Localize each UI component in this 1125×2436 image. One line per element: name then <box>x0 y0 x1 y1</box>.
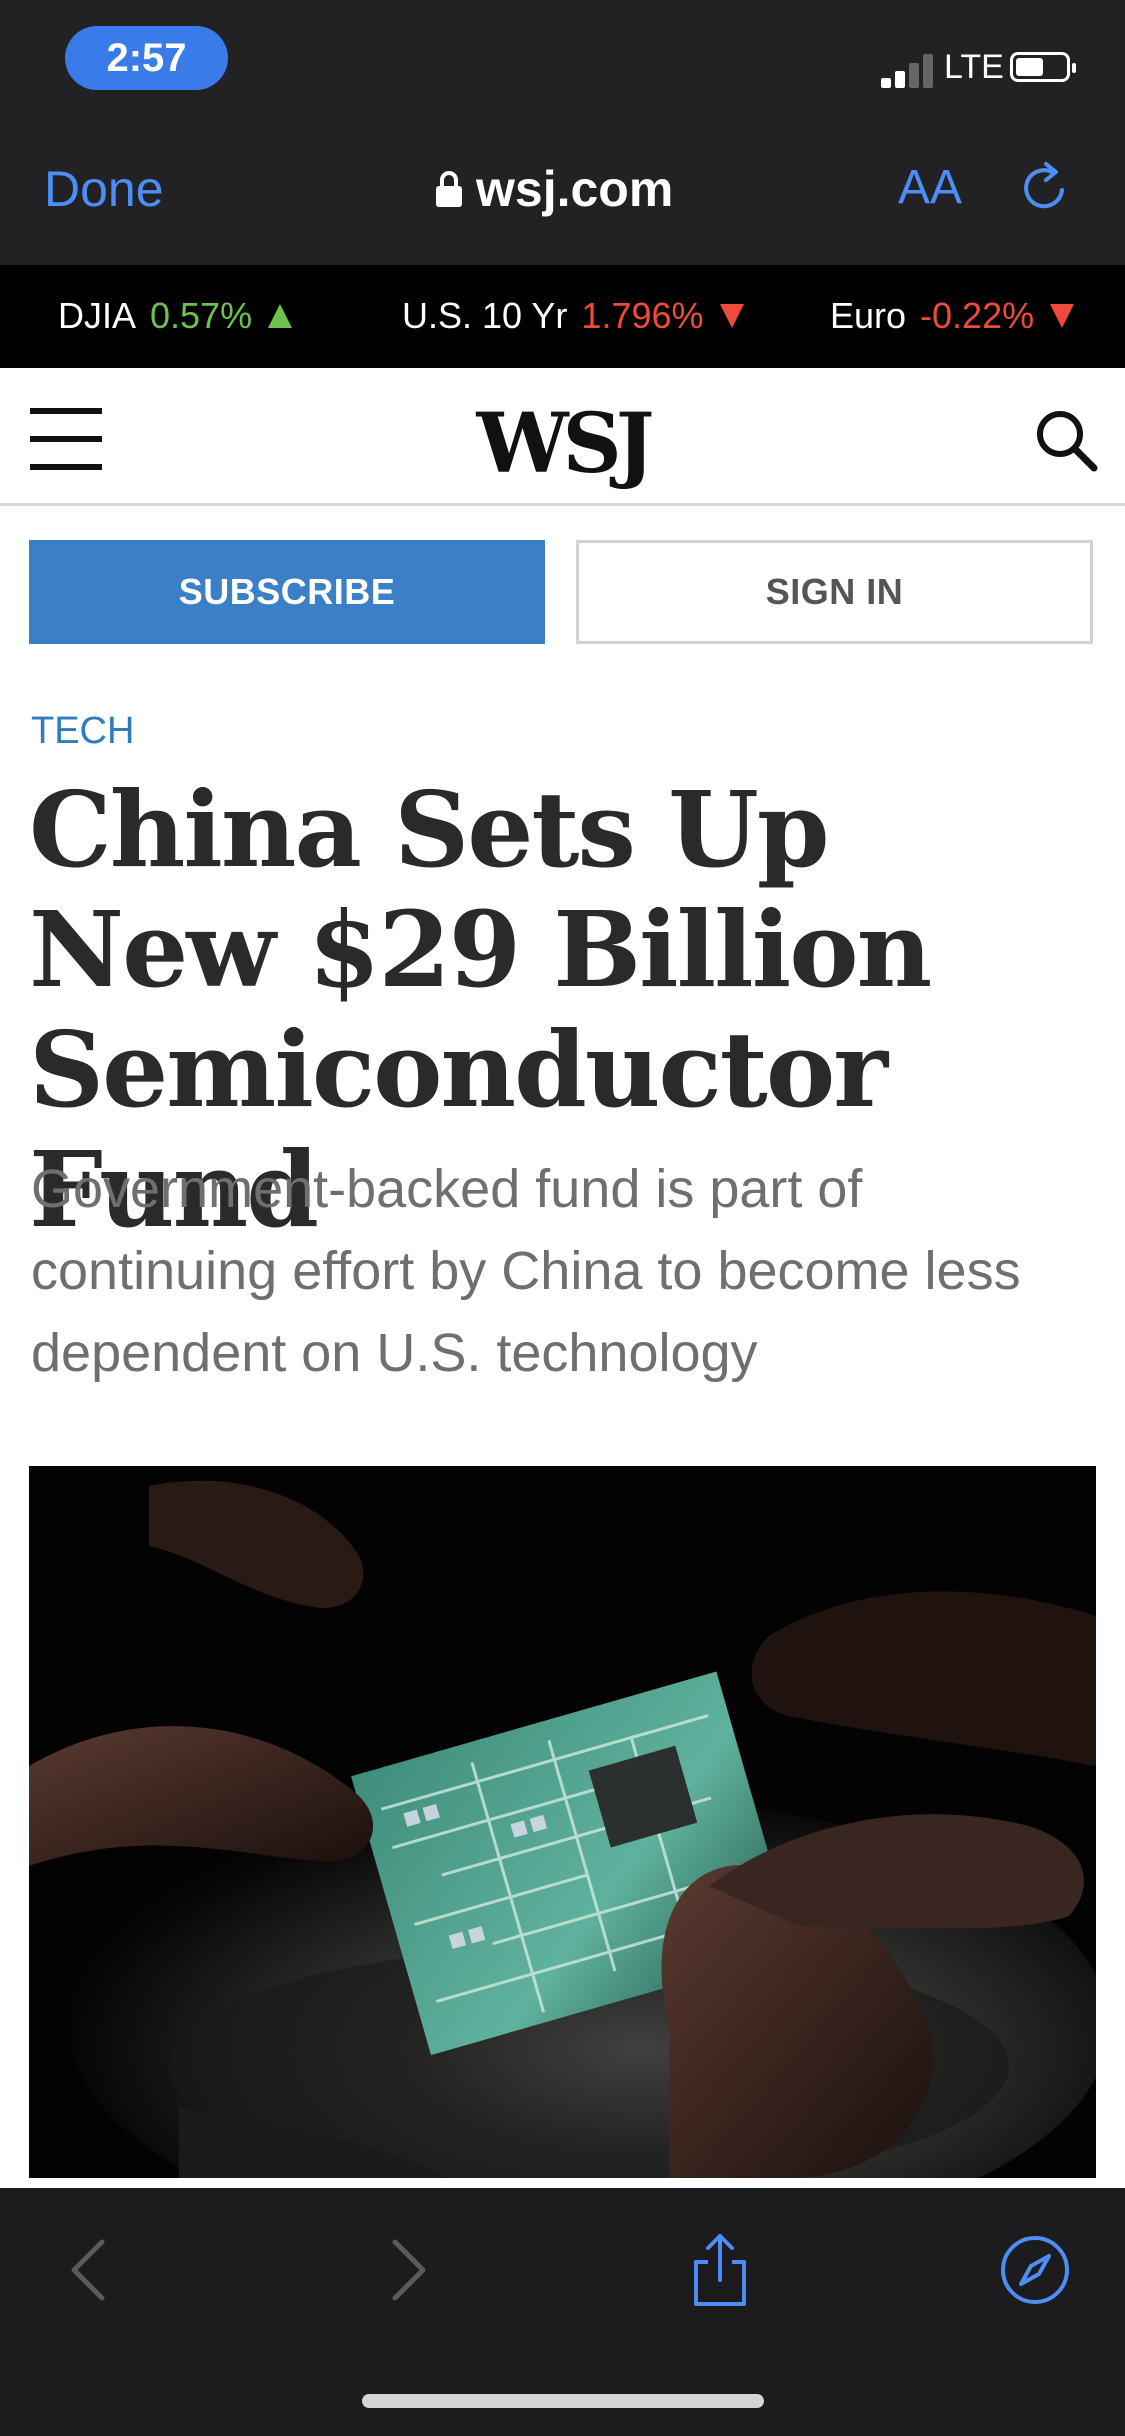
search-icon[interactable] <box>1034 408 1098 472</box>
done-button[interactable]: Done <box>44 160 164 218</box>
status-time: 2:57 <box>65 26 228 90</box>
share-icon[interactable] <box>680 2230 760 2310</box>
wsj-logo[interactable]: WSJ <box>0 396 1125 492</box>
ticker-value: -0.22% <box>920 295 1035 336</box>
market-ticker[interactable]: DJIA 0.57% U.S. 10 Yr 1.796% Euro -0.22% <box>0 265 1125 368</box>
url-text: wsj.com <box>476 161 674 217</box>
circuit-board-photo <box>29 1466 1096 2178</box>
ticker-item-us10yr[interactable]: U.S. 10 Yr 1.796% <box>402 295 746 337</box>
ticker-item-euro[interactable]: Euro -0.22% <box>830 295 1076 337</box>
signal-icon <box>881 52 941 88</box>
section-label[interactable]: TECH <box>31 710 134 753</box>
reader-label: AA <box>898 161 963 214</box>
down-arrow-icon <box>719 304 744 328</box>
site-header: WSJ <box>0 368 1125 506</box>
network-label: LTE <box>944 48 1004 86</box>
back-icon[interactable] <box>52 2230 132 2310</box>
lock-icon <box>436 171 462 207</box>
browser-chrome: 2:57 LTE Done wsj.com AA <box>0 0 1125 265</box>
ticker-name: U.S. 10 Yr <box>402 295 568 336</box>
down-arrow-icon <box>1050 304 1075 328</box>
ticker-value: 0.57% <box>150 295 253 336</box>
address-bar[interactable]: wsj.com <box>436 160 673 218</box>
ticker-name: Euro <box>830 295 907 336</box>
article-hero-image <box>29 1466 1096 2178</box>
ticker-item-djia[interactable]: DJIA 0.57% <box>58 295 294 337</box>
reader-settings-button[interactable]: AA <box>898 160 962 215</box>
ticker-value: 1.796% <box>581 295 704 336</box>
compass-icon[interactable] <box>995 2230 1075 2310</box>
article-dek: Government-backed fund is part of contin… <box>31 1159 1021 1383</box>
reload-icon[interactable] <box>1018 160 1074 216</box>
subscribe-button[interactable]: SUBSCRIBE <box>29 540 545 644</box>
forward-icon[interactable] <box>365 2230 445 2310</box>
ticker-name: DJIA <box>58 295 137 336</box>
battery-icon <box>1010 52 1076 82</box>
home-indicator[interactable] <box>362 2394 764 2408</box>
up-arrow-icon <box>268 304 293 328</box>
sign-in-button[interactable]: SIGN IN <box>576 540 1093 644</box>
